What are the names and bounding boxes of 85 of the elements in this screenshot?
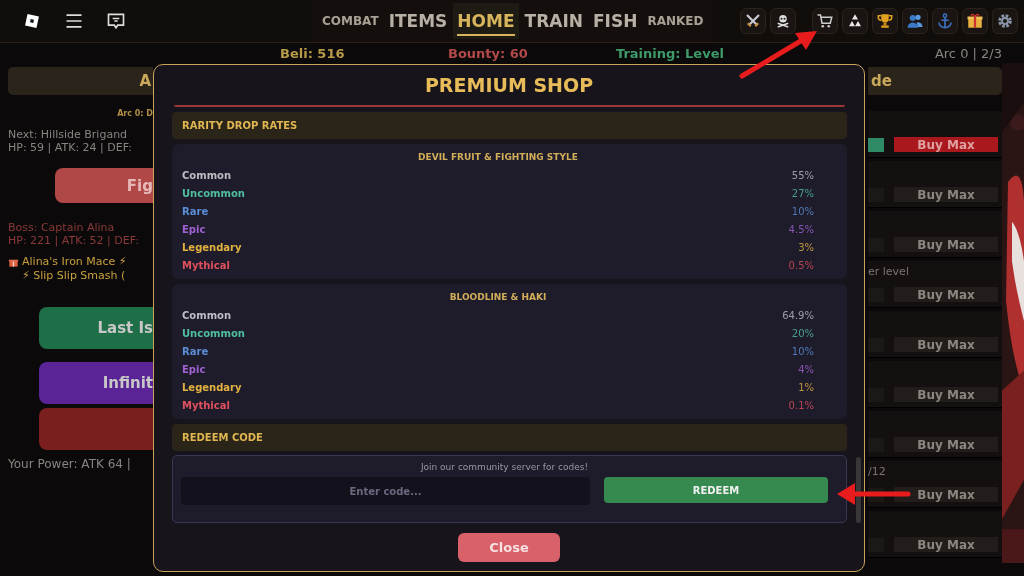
rarity-label: Epic	[182, 363, 206, 375]
nav-tab[interactable]: TRAIN	[520, 3, 587, 39]
drop-rate: 4.5%	[788, 223, 814, 235]
buy-max-button[interactable]: Buy Max	[894, 237, 998, 252]
buy-max-button[interactable]: Buy Max	[894, 187, 998, 202]
stat-label: Training: Level	[616, 45, 725, 61]
rarity-label: Mythical	[182, 399, 230, 411]
drop-rate: 1%	[798, 381, 814, 393]
buy-max-button[interactable]: Buy Max	[894, 387, 998, 402]
hint-text: Join our community server for codes!	[420, 462, 589, 472]
crossed-swords-button[interactable]	[740, 8, 766, 34]
people-button[interactable]	[902, 8, 928, 34]
reward-text: Alina's Iron Mace ⚡	[22, 255, 127, 269]
panel-header: de	[868, 67, 1002, 95]
stat-label: Bounty: 60	[448, 45, 529, 61]
rarity-label: Epic	[182, 223, 206, 235]
section-header: REDEEM CODE	[172, 424, 847, 451]
buy-max-button[interactable]: Buy Max	[894, 337, 998, 352]
anchor-icon	[936, 12, 954, 30]
drop-rate: 27%	[791, 187, 814, 199]
boss-name: Boss: Captain Alina	[8, 221, 116, 234]
enemy-stats: HP: 59 | ATK: 24 | DEF:	[8, 141, 133, 154]
drop-rate: 10%	[791, 205, 814, 217]
row-text: /12	[868, 465, 886, 478]
settings-icon	[996, 12, 1014, 30]
dialog-title: PREMIUM SHOP	[423, 73, 595, 98]
trophy-button[interactable]	[872, 8, 898, 34]
nav-tab[interactable]: COMBAT	[318, 3, 383, 39]
buy-max-button[interactable]: Buy Max	[894, 137, 998, 152]
drop-rate: 10%	[791, 345, 814, 357]
reward-text: ⚡ Slip Slip Smash (	[22, 269, 126, 283]
buy-max-button[interactable]: Buy Max	[894, 487, 998, 502]
cart-icon	[816, 12, 834, 30]
redeem-button[interactable]: REDEEM	[604, 477, 828, 503]
code-input-field[interactable]: Enter code...	[181, 477, 590, 505]
rarity-label: Rare	[182, 345, 209, 357]
chat-icon[interactable]	[106, 11, 126, 31]
rarity-label: Uncommon	[182, 327, 245, 339]
scrollbar[interactable]	[856, 457, 861, 523]
rarity-label: Legendary	[182, 241, 242, 253]
arc-label: Arc 0: D	[117, 109, 153, 118]
trophy-icon	[876, 12, 894, 30]
drop-rate: 4%	[798, 363, 814, 375]
buy-max-button[interactable]: Buy Max	[894, 287, 998, 302]
rarity-label: Common	[182, 309, 232, 321]
close-button[interactable]: Close	[458, 533, 560, 562]
cart-button[interactable]	[812, 8, 838, 34]
card-title: DEVIL FRUIT & FIGHTING STYLE	[418, 152, 578, 162]
drop-rate: 3%	[798, 241, 814, 253]
card-title: BLOODLINE & HAKI	[449, 292, 547, 302]
boss-stats: HP: 221 | ATK: 52 | DEF:	[8, 234, 140, 247]
crossed-swords-icon	[744, 12, 762, 30]
panel-header: A	[8, 67, 153, 95]
rarity-label: Common	[182, 169, 232, 181]
drop-rate: 55%	[791, 169, 814, 181]
rarity-label: Mythical	[182, 259, 230, 271]
gift-icon	[966, 12, 984, 30]
menu-button[interactable]: Infinit	[39, 362, 153, 404]
nav-tab[interactable]: ITEMS	[384, 3, 452, 39]
gift-button[interactable]	[962, 8, 988, 34]
nav-tab[interactable]: HOME	[453, 3, 519, 39]
drop-rate: 0.1%	[788, 399, 814, 411]
rarity-label: Uncommon	[182, 187, 245, 199]
row-text: er level	[868, 265, 909, 278]
settings-button[interactable]	[992, 8, 1018, 34]
buy-max-button[interactable]: Buy Max	[894, 537, 998, 552]
menu-button[interactable]: Last Is	[39, 307, 153, 349]
app-logo-icon[interactable]	[22, 11, 42, 31]
enemy-name: Next: Hillside Brigand	[8, 128, 129, 141]
nav-tab[interactable]: RANKED	[643, 3, 708, 39]
power-text: Your Power: ATK 64 |	[8, 458, 132, 471]
drop-rate: 20%	[791, 327, 814, 339]
people-icon	[906, 12, 924, 30]
rarity-label: Legendary	[182, 381, 242, 393]
anchor-button[interactable]	[932, 8, 958, 34]
nav-tab[interactable]: FISH	[588, 3, 642, 39]
buy-max-button[interactable]: Buy Max	[894, 437, 998, 452]
fight-button[interactable]: Fig	[55, 168, 153, 203]
skull-crossbones-button[interactable]	[770, 8, 796, 34]
drop-rate: 0.5%	[788, 259, 814, 271]
stat-label: Beli: 516	[280, 45, 346, 61]
rarity-label: Rare	[182, 205, 209, 217]
section-header: RARITY DROP RATES	[172, 112, 847, 139]
menu-icon[interactable]	[64, 11, 84, 31]
drop-rate: 64.9%	[782, 309, 814, 321]
